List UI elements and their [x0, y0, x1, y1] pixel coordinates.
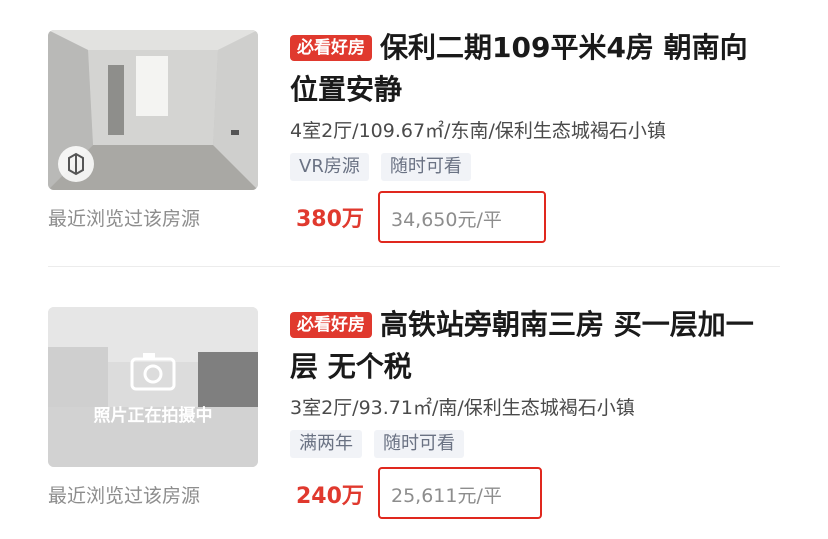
total-price: 380万 [296, 207, 364, 232]
listing-tags: VR房源 随时可看 [290, 153, 483, 181]
must-see-badge: 必看好房 [290, 35, 372, 61]
vr-badge-icon [58, 146, 94, 182]
tag-vr: VR房源 [290, 153, 369, 181]
listing-title[interactable]: 必看好房 高铁站旁朝南三房 买一层加一层 无个税 [290, 304, 780, 388]
listing-title[interactable]: 必看好房 保利二期109平米4房 朝南向 位置安静 [290, 27, 780, 111]
listing-meta: 3室2厅/93.71㎡/南/保利生态城褐石小镇 [290, 397, 635, 419]
total-price: 240万 [296, 484, 364, 509]
tag-viewable: 随时可看 [380, 153, 471, 181]
must-see-badge: 必看好房 [290, 312, 372, 338]
tag-two-years: 满两年 [290, 430, 362, 458]
listing-meta: 4室2厅/109.67㎡/东南/保利生态城褐石小镇 [290, 120, 666, 142]
recently-viewed-note: 最近浏览过该房源 [48, 208, 201, 230]
divider [48, 266, 780, 267]
tag-viewable: 随时可看 [374, 430, 464, 458]
recently-viewed-note: 最近浏览过该房源 [48, 485, 201, 507]
photo-placeholder [48, 307, 258, 467]
unit-price: 34,650元/平 [391, 209, 502, 231]
photo-placeholder-text: 照片正在拍摄中 [93, 406, 213, 426]
unit-price: 25,611元/平 [391, 485, 502, 507]
listing-tags: 满两年 随时可看 [290, 430, 476, 458]
listing-thumbnail[interactable] [48, 30, 258, 190]
listing-thumbnail[interactable]: 照片正在拍摄中 [48, 307, 258, 467]
